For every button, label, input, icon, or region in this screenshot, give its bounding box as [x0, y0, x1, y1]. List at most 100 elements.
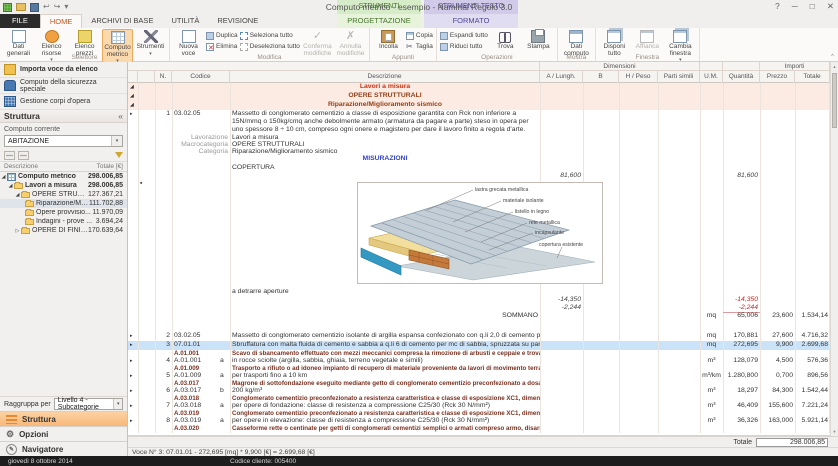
vertical-scrollbar[interactable]: ▲ ▼ [830, 62, 838, 436]
col-prezzo[interactable]: Prezzo [760, 71, 795, 83]
section-row-opere-strutturali[interactable]: ◢ OPERE STRUTTURALI [128, 92, 830, 101]
col-parti-simili[interactable]: Parti simili [658, 71, 700, 83]
save-icon[interactable] [30, 2, 39, 12]
duplica-button[interactable]: Duplica [206, 31, 238, 40]
redo-icon[interactable]: ↪ [54, 2, 61, 12]
close-button[interactable]: ✕ [827, 1, 834, 12]
col-h-peso[interactable]: H / Peso [619, 71, 658, 83]
gestione-corpi-button[interactable]: Gestione corpi d'opera [0, 94, 127, 110]
col-um[interactable]: U.M. [700, 71, 723, 83]
raggruppa-select[interactable]: Livello 4 - Subcategorie ▾ [53, 397, 123, 411]
tree-expanded-icon[interactable]: ◢ [0, 174, 7, 180]
group-label-finestra: Finestra [635, 54, 660, 61]
item-row-5[interactable]: A.01.009 Trasporto a rifiuto o ad idoneo… [128, 365, 830, 380]
col-a-lungh[interactable]: A / Lungh. [540, 71, 583, 83]
item-row-7[interactable]: A.03.018 Conglomerato cementizio preconf… [128, 395, 830, 410]
tab-file[interactable]: FILE [0, 14, 40, 28]
tree-expanded-icon[interactable]: ◢ [14, 192, 21, 198]
col-b[interactable]: B [583, 71, 619, 83]
help-button[interactable]: ? [775, 1, 780, 12]
total-label: Totale [733, 438, 752, 446]
tree-item-lavori-a-misura[interactable]: ◢ Lavori a misura 298.006,85 [0, 181, 127, 190]
computo-sicurezza-button[interactable]: Computo della sicurezza speciale [0, 78, 127, 94]
item-row-8[interactable]: A.03.019 Conglomerato cementizio preconf… [128, 410, 830, 425]
section-row-riparazione[interactable]: ◢ Riparazione/Miglioramento sismico [128, 101, 830, 110]
disponi-tutto-button[interactable]: Disponi tutto [599, 29, 630, 57]
filter-icon[interactable] [115, 152, 123, 158]
importa-voce-button[interactable]: Importa voce da elenco [0, 62, 127, 78]
ribbon-collapse-icon[interactable]: ^ [831, 54, 834, 60]
nav-opzioni-button[interactable]: ⚙ Opzioni [0, 426, 127, 441]
tab-progettazione[interactable]: PROGETTAZIONE [337, 14, 421, 28]
paste-icon [381, 30, 396, 43]
tree-collapsed-icon[interactable]: ▷ [14, 228, 21, 234]
measure-row-detrarre[interactable]: a detrarre aperture [128, 288, 830, 296]
espandi-tutto-button[interactable]: Espandi tutto [439, 31, 488, 40]
image-row: ▪ lastra grecata metallica materiale iso… [128, 180, 830, 288]
maximize-button[interactable]: □ [810, 1, 815, 12]
tab-archivi-di-base[interactable]: ARCHIVI DI BASE [82, 14, 162, 28]
undo-icon[interactable]: ↩ [43, 2, 50, 12]
tree-item-opere-provvisionali[interactable]: Opere provvisio... 11.970,09 [0, 208, 127, 217]
window-controls: ? ─ □ ✕ [775, 1, 834, 12]
measure-row-copertura[interactable]: COPERTURA [128, 164, 830, 172]
scrollbar-thumb[interactable] [832, 73, 837, 128]
item-row-2[interactable]: ▸ 2 03.02.05 Massetto di conglomerato ce… [128, 332, 830, 341]
dati-computo-button[interactable]: Dati computo [561, 29, 592, 57]
tree-item-opere-di-finitura[interactable]: ▷ OPERE DI FINITURA 170.639,64 [0, 226, 127, 235]
dati-generali-button[interactable]: Dati generali [3, 29, 34, 57]
col-totale[interactable]: Totale [795, 71, 830, 83]
tree-item-opere-strutturali[interactable]: ◢ OPERE STRUTTURALI 127.367,21 [0, 190, 127, 199]
measure-row-neg1[interactable]: -14,350 -14,350 [128, 296, 830, 304]
trova-button[interactable]: Trova [490, 29, 521, 51]
row-marker-icon: ▸ [130, 358, 133, 364]
tree-item-indagini[interactable]: Indagini - prove ... 3.694,24 [0, 217, 127, 226]
tab-home[interactable]: HOME [39, 14, 83, 28]
strumenti-button[interactable]: Strumenti ▾ [135, 29, 166, 57]
nav-struttura-button[interactable]: Struttura [0, 411, 127, 426]
item-row-9-partial[interactable]: A.03.020 Casseforme rette o centinate pe… [128, 425, 830, 433]
collapse-panel-icon[interactable]: « [118, 111, 123, 121]
group-label-appunti: Appunti [391, 54, 414, 61]
riduci-tutto-button[interactable]: Riduci tutto [439, 42, 488, 51]
elimina-button[interactable]: Elimina [206, 42, 238, 52]
copia-button[interactable]: Copia [405, 31, 433, 40]
group-label-mostra: Mostra [566, 54, 587, 61]
tree-expanded-icon[interactable]: ◢ [7, 183, 14, 189]
tile-windows-icon [640, 30, 655, 43]
col-descrizione[interactable]: Descrizione [230, 71, 540, 83]
tab-formato[interactable]: FORMATO [424, 14, 518, 28]
scroll-down-icon[interactable]: ▼ [831, 427, 838, 436]
elenco-prezzi-button[interactable]: Elenco prezzi [69, 29, 100, 57]
item-row-3-selected[interactable]: ▸ 3 07.01.01 Sbruffatura con malta fluid… [128, 341, 830, 350]
scroll-up-icon[interactable]: ▲ [831, 62, 838, 71]
col-quantita[interactable]: Quantità [723, 71, 760, 83]
nav-navigatore-button[interactable]: ✎ Navigatore [0, 441, 127, 456]
item-row-4[interactable]: A.01.001 Scavo di sbancamento effettuato… [128, 350, 830, 365]
section-row-lavori-a-misura[interactable]: ◢ Lavori a misura [128, 83, 830, 92]
measure-row-values[interactable]: 81,600 81,600 [128, 172, 830, 180]
tab-revisione[interactable]: REVISIONE [208, 14, 267, 28]
image-label: incapsulante [535, 230, 564, 236]
col-codice[interactable]: Codice [172, 71, 230, 83]
col-n[interactable]: N. [155, 71, 172, 83]
nuova-voce-button[interactable]: Nuova voce [173, 29, 204, 57]
expand-tree-icon[interactable] [4, 150, 15, 160]
tree-item-riparazione[interactable]: Riparazione/Migl... 111.702,88 [0, 199, 127, 208]
stampa-button[interactable]: Stampa [523, 29, 554, 51]
measure-row-neg2[interactable]: -2,244 -2,244 [128, 304, 830, 313]
incolla-button[interactable]: Incolla [373, 29, 404, 51]
tree-item-computo-metrico[interactable]: ◢ Computo metrico 298.006,85 [0, 172, 127, 181]
tab-utilita[interactable]: UTILITÀ [162, 14, 208, 28]
computo-corrente-select[interactable]: ABITAZIONE ▾ [4, 135, 123, 147]
taglia-button[interactable]: ✂ Taglia [406, 42, 433, 51]
qat-customize-icon[interactable]: ▾ [64, 2, 68, 12]
item-row-1[interactable]: ▸ 1 03.02.05 Massetto di conglomerato ce… [128, 110, 830, 134]
item-row-6[interactable]: A.03.017 Magrone di sottofondazione eseg… [128, 380, 830, 395]
open-folder-icon[interactable] [16, 3, 26, 11]
deseleziona-tutto-button[interactable]: Deseleziona tutto [239, 42, 300, 51]
safety-worker-icon [4, 80, 16, 91]
collapse-tree-icon[interactable] [18, 150, 29, 160]
minimize-button[interactable]: ─ [792, 1, 798, 12]
seleziona-tutto-button[interactable]: Seleziona tutto [239, 31, 300, 40]
